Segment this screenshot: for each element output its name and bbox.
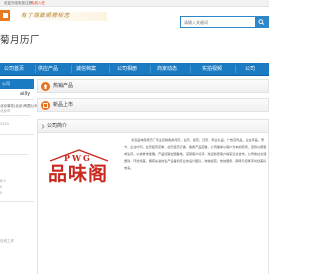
new-products-panel: 新品上市 [37, 98, 269, 112]
main-nav: 公司首页 供应产品 诚信档案 公司相册 商家动态 实拍视频 公司 [0, 63, 269, 76]
top-utility-bar: 欢迎光临 免费注册 免费入驻 [0, 0, 269, 7]
sidebar-year: 2019 [0, 122, 9, 126]
slogan-banner: 有了瑞致顺牌标志 [17, 12, 107, 21]
page: 欢迎光临 免费注册 免费入驻 有了瑞致顺牌标志 菊月历厂 公司首页 供应产品 诚… [0, 0, 269, 274]
nav-divider [35, 65, 36, 73]
nav-news[interactable]: 商家动态 [157, 63, 177, 75]
nav-album[interactable]: 公司相册 [117, 63, 137, 75]
nav-home[interactable]: 公司首页 [4, 63, 24, 75]
sidebar-divider [0, 154, 28, 155]
sidebar-divider [0, 115, 30, 116]
sidebar-count-b: 0 [0, 191, 3, 195]
nav-credit[interactable]: 诚信档案 [76, 63, 96, 75]
nav-divider [235, 65, 236, 73]
new-icon [43, 103, 48, 108]
chevron-right-icon [41, 124, 45, 129]
shop-title: 菊月历厂 [0, 35, 41, 46]
sidebar-region: 北京市 [0, 109, 11, 113]
welcome-link[interactable]: 欢迎光临 [4, 0, 18, 6]
sidebar-count-a: 0 [0, 185, 3, 189]
slogan-text: 有了瑞致顺牌标志 [21, 13, 70, 19]
sidebar-header-label: 公司 [2, 81, 10, 86]
sidebar-user-name: ailly [20, 91, 31, 97]
nav-company[interactable]: 公司 [245, 63, 255, 75]
sidebar-footer-link[interactable]: 在线工作 [0, 239, 14, 244]
sidebar-divider [0, 201, 34, 202]
nav-products[interactable]: 供应产品 [38, 63, 58, 75]
nav-video[interactable]: 实拍视频 [202, 63, 222, 75]
sidebar-rating: 8.0 [0, 179, 6, 183]
search-input[interactable] [184, 18, 254, 27]
panel-icon [41, 82, 50, 91]
nav-divider [190, 65, 191, 73]
new-products-title: 新品上市 [53, 102, 74, 108]
new-products-header: 新品上市 [38, 99, 268, 112]
search-button[interactable] [255, 17, 268, 27]
hot-products-header: 热销产品 [38, 80, 268, 93]
hot-products-panel: 热销产品 [37, 79, 269, 93]
sidebar-divider [0, 134, 34, 135]
nav-divider [150, 65, 151, 73]
company-logo: PWG 品味阁 [44, 147, 115, 194]
sidebar: 公司 ailly 北京菊花(北京)有限公司 北京市 2019 8.0 0 0 在… [0, 79, 38, 274]
company-intro-header: 公司简介 [38, 120, 268, 133]
hot-products-title: 热销产品 [53, 83, 74, 89]
company-logo-chinese: 品味阁 [48, 163, 109, 185]
search-icon [258, 19, 265, 25]
site-logo-icon[interactable] [0, 10, 10, 21]
sidebar-header: 公司 [0, 79, 34, 89]
panel-icon [41, 101, 50, 110]
sidebar-divider [0, 99, 34, 100]
nav-divider [71, 65, 72, 73]
hot-icon [43, 84, 48, 89]
register-link[interactable]: 免费注册 [18, 0, 32, 6]
company-intro-title: 公司简介 [47, 123, 68, 129]
nav-divider [109, 65, 110, 73]
company-logo-latin: PWG [64, 153, 92, 163]
search-box [180, 16, 269, 28]
company-intro-text: 北京品味阁月历厂专业定制各类月历，台历，挂历，日历，商业礼品，广告宣传品，企业年… [124, 138, 267, 170]
join-link[interactable]: 免费入驻 [31, 0, 45, 6]
